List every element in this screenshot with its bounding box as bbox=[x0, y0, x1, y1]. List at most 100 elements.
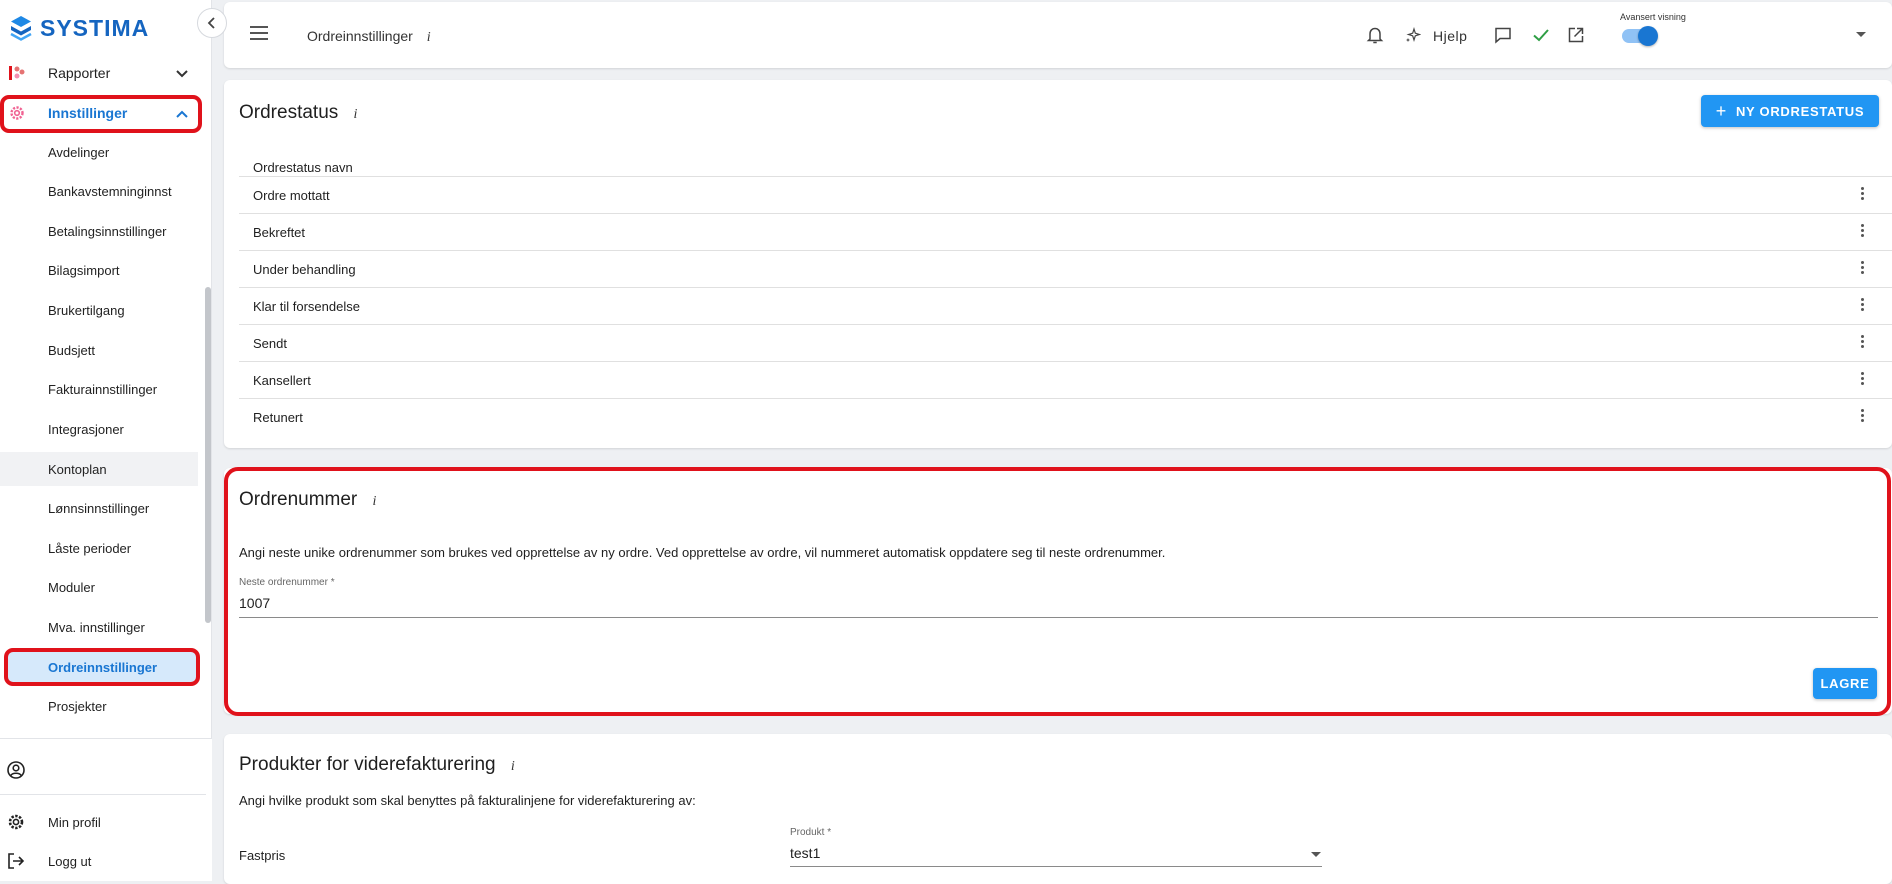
ordrestatus-title-text: Ordrestatus bbox=[239, 102, 339, 123]
neste-ordrenummer-label: Neste ordrenummer * bbox=[239, 577, 335, 588]
sidebar-item-laste-perioder[interactable]: Låste perioder bbox=[0, 531, 198, 565]
logg-ut-link[interactable]: Logg ut bbox=[0, 843, 200, 879]
more-vert-icon[interactable] bbox=[1861, 409, 1865, 424]
ordrestatus-title: Ordrestatus i bbox=[239, 102, 357, 124]
min-profil-label: Min profil bbox=[48, 814, 101, 830]
nav-group-label: Innstillinger bbox=[48, 105, 128, 121]
info-icon[interactable]: i bbox=[354, 107, 358, 122]
account-circle-icon bbox=[7, 761, 25, 779]
info-icon[interactable]: i bbox=[511, 759, 515, 774]
advanced-view-toggle[interactable] bbox=[1622, 26, 1658, 46]
settings-gear-icon bbox=[10, 106, 24, 120]
chevron-up-icon bbox=[176, 105, 188, 121]
divider bbox=[0, 794, 206, 795]
table-row[interactable]: Retunert bbox=[239, 398, 1892, 436]
logo-text: SYSTIMA bbox=[40, 14, 150, 41]
table-row[interactable]: Kansellert bbox=[239, 361, 1892, 399]
more-vert-icon[interactable] bbox=[1861, 187, 1865, 202]
systima-logo-icon bbox=[10, 16, 32, 41]
chat-feedback-icon[interactable] bbox=[1492, 24, 1514, 46]
sidebar: SYSTIMA Rapporter Innstillinger Avdeling… bbox=[0, 0, 212, 881]
table-row[interactable]: Klar til forsendelse bbox=[239, 287, 1892, 325]
ny-ordrestatus-button[interactable]: + NY ORDRESTATUS bbox=[1701, 95, 1879, 127]
sidebar-item-kontoplan[interactable]: Kontoplan bbox=[0, 452, 198, 486]
check-status-icon[interactable] bbox=[1530, 24, 1552, 46]
sidebar-item-bilagsimport[interactable]: Bilagsimport bbox=[0, 253, 198, 287]
open-external-icon[interactable] bbox=[1565, 24, 1587, 46]
logout-icon bbox=[8, 853, 25, 869]
sidebar-item-budsjett[interactable]: Budsjett bbox=[0, 333, 198, 367]
account-dropdown-caret-icon[interactable] bbox=[1856, 32, 1866, 37]
produkt-select[interactable]: test1 bbox=[790, 845, 820, 861]
ordrenummer-title-text: Ordrenummer bbox=[239, 489, 358, 510]
sidebar-item-moduler[interactable]: Moduler bbox=[0, 570, 198, 604]
lagre-button[interactable]: LAGRE bbox=[1813, 668, 1877, 699]
table-row[interactable]: Under behandling bbox=[239, 250, 1892, 288]
chevron-down-icon bbox=[176, 65, 188, 81]
nav-group-innstillinger[interactable]: Innstillinger bbox=[0, 96, 200, 130]
more-vert-icon[interactable] bbox=[1861, 261, 1865, 276]
sidebar-item-fakturainnstillinger[interactable]: Fakturainnstillinger bbox=[0, 372, 198, 406]
produkt-underline bbox=[790, 866, 1322, 867]
nav-group-label: Rapporter bbox=[48, 65, 111, 81]
status-name: Kansellert bbox=[253, 373, 311, 388]
neste-ordrenummer-underline bbox=[239, 617, 1878, 618]
status-name: Sendt bbox=[253, 336, 287, 351]
page-title-text: Ordreinnstillinger bbox=[307, 28, 413, 44]
status-name: Under behandling bbox=[253, 262, 356, 277]
status-name: Ordre mottatt bbox=[253, 188, 330, 203]
account-button[interactable] bbox=[0, 752, 200, 788]
sidebar-item-betalingsinnstillinger[interactable]: Betalingsinnstillinger bbox=[0, 214, 198, 248]
sidebar-item-lonnsinnstillinger[interactable]: Lønnsinnstillinger bbox=[0, 491, 198, 525]
produkt-label: Produkt * bbox=[790, 827, 832, 838]
produkt-dropdown-caret-icon[interactable] bbox=[1311, 852, 1321, 857]
sidebar-item-mva-innstillinger[interactable]: Mva. innstillinger bbox=[0, 610, 198, 644]
sidebar-item-integrasjoner[interactable]: Integrasjoner bbox=[0, 412, 198, 446]
status-name: Bekreftet bbox=[253, 225, 306, 240]
sidebar-scrollbar[interactable] bbox=[205, 287, 211, 623]
produkter-title-text: Produkter for viderefakturering bbox=[239, 754, 496, 775]
systima-logo[interactable]: SYSTIMA bbox=[10, 12, 149, 44]
logg-ut-label: Logg ut bbox=[48, 853, 92, 869]
status-name: Klar til forsendelse bbox=[253, 299, 360, 314]
ordrenummer-description: Angi neste unike ordrenummer som brukes … bbox=[239, 545, 1166, 560]
more-vert-icon[interactable] bbox=[1861, 224, 1865, 239]
more-vert-icon[interactable] bbox=[1861, 335, 1865, 350]
table-header-ordrestatus-navn: Ordrestatus navn bbox=[253, 160, 353, 175]
sidebar-item-ordreinnstillinger[interactable]: Ordreinnstillinger bbox=[6, 650, 196, 684]
sidebar-item-bankavstemninginnst[interactable]: Bankavstemninginnst bbox=[0, 174, 198, 208]
table-row[interactable]: Sendt bbox=[239, 324, 1892, 362]
min-profil-link[interactable]: Min profil bbox=[0, 804, 200, 840]
sidebar-collapse-button[interactable] bbox=[197, 8, 227, 38]
neste-ordrenummer-input[interactable]: 1007 bbox=[239, 595, 270, 611]
ordrenummer-title: Ordrenummer i bbox=[239, 489, 376, 511]
fastpris-label: Fastpris bbox=[239, 848, 286, 863]
page-title: Ordreinnstillinger i bbox=[307, 28, 431, 46]
status-name: Retunert bbox=[253, 410, 303, 425]
sidebar-item-brukertilgang[interactable]: Brukertilgang bbox=[0, 293, 198, 327]
nav-group-rapporter[interactable]: Rapporter bbox=[0, 56, 200, 90]
gear-icon bbox=[8, 814, 24, 830]
sidebar-item-avdelinger[interactable]: Avdelinger bbox=[0, 135, 198, 169]
info-icon[interactable]: i bbox=[373, 494, 377, 509]
ordrestatus-card: Ordrestatus i + NY ORDRESTATUS Ordrestat… bbox=[224, 80, 1892, 448]
ny-ordrestatus-label: NY ORDRESTATUS bbox=[1735, 103, 1865, 119]
advanced-view-label: Avansert visning bbox=[1620, 12, 1686, 22]
produkter-title: Produkter for viderefakturering i bbox=[239, 754, 515, 776]
help-button[interactable]: Hjelp bbox=[1433, 28, 1467, 44]
hamburger-menu-icon[interactable] bbox=[250, 26, 268, 40]
reports-icon bbox=[9, 66, 25, 80]
produkter-card: Produkter for viderefakturering i Angi h… bbox=[224, 734, 1892, 884]
sparkle-icon[interactable] bbox=[1405, 24, 1421, 46]
more-vert-icon[interactable] bbox=[1861, 372, 1865, 387]
sidebar-bottom: Min profil Logg ut bbox=[0, 738, 212, 881]
plus-icon: + bbox=[1715, 100, 1727, 121]
chevron-left-icon bbox=[207, 17, 215, 29]
notifications-bell-icon[interactable] bbox=[1364, 24, 1386, 46]
info-icon[interactable]: i bbox=[427, 30, 431, 45]
table-row[interactable]: Ordre mottatt bbox=[239, 176, 1892, 214]
sidebar-item-prosjekter[interactable]: Prosjekter bbox=[0, 689, 198, 723]
table-row[interactable]: Bekreftet bbox=[239, 213, 1892, 251]
ordrenummer-card: Ordrenummer i Angi neste unike ordrenumm… bbox=[224, 468, 1892, 714]
more-vert-icon[interactable] bbox=[1861, 298, 1865, 313]
